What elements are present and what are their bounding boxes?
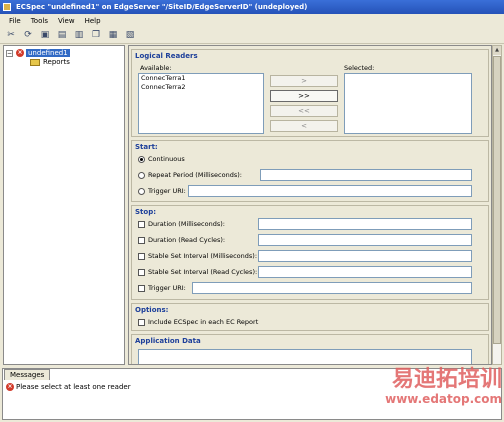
scroll-up-icon[interactable]: ▲ xyxy=(493,46,501,55)
application-data-field[interactable] xyxy=(138,349,472,364)
deploy-icon[interactable]: ▣ xyxy=(38,29,52,42)
menu-view[interactable]: View xyxy=(53,17,80,25)
tree-node-reports[interactable]: Reports xyxy=(30,58,70,66)
stable-ms-field[interactable] xyxy=(258,250,472,262)
cut-icon[interactable]: ✂ xyxy=(4,29,18,42)
logical-readers-title: Logical Readers xyxy=(135,52,198,60)
open-icon[interactable]: ▤ xyxy=(55,29,69,42)
tree-panel: − × undefined1 Reports xyxy=(3,45,125,365)
stable-cycles-field[interactable] xyxy=(258,266,472,278)
logical-readers-group: Logical Readers Available: Selected: Con… xyxy=(131,49,489,137)
remove-selected-button[interactable]: < xyxy=(270,120,338,132)
application-window: ECSpec "undefined1" on EdgeServer "/Site… xyxy=(0,0,504,422)
menu-tools[interactable]: Tools xyxy=(26,17,53,25)
duration-ms-checkbox[interactable] xyxy=(138,221,145,228)
application-data-group: Application Data xyxy=(131,334,489,364)
message-line: × Please select at least one reader xyxy=(6,383,131,391)
continuous-radio[interactable] xyxy=(138,156,145,163)
start-title: Start: xyxy=(135,143,158,151)
save-icon[interactable]: ▥ xyxy=(72,29,86,42)
duration-cycles-checkbox[interactable] xyxy=(138,237,145,244)
selected-readers-list[interactable] xyxy=(344,73,472,134)
trigger-uri-radio[interactable] xyxy=(138,188,145,195)
scrollbar-thumb[interactable] xyxy=(493,56,501,344)
refresh-icon[interactable]: ⟳ xyxy=(21,29,35,42)
error-icon: × xyxy=(6,383,14,391)
stop-group: Stop: Duration (Milliseconds): Duration … xyxy=(131,205,489,300)
window-title: ECSpec "undefined1" on EdgeServer "/Site… xyxy=(16,3,308,11)
error-icon: × xyxy=(16,49,24,57)
start-trigger-uri-label: Trigger URI: xyxy=(148,187,186,195)
include-ecspec-label: Include ECSpec in each EC Report xyxy=(148,318,259,326)
available-label: Available: xyxy=(140,64,172,72)
app-icon xyxy=(3,3,11,11)
repeat-period-field[interactable] xyxy=(260,169,472,181)
tree-node-root[interactable]: − × undefined1 xyxy=(6,49,70,57)
repeat-period-radio[interactable] xyxy=(138,172,145,179)
duration-cycles-field[interactable] xyxy=(258,234,472,246)
duration-cycles-label: Duration (Read Cycles): xyxy=(148,236,226,244)
add-all-button[interactable]: >> xyxy=(270,90,338,102)
vertical-scrollbar[interactable]: ▲ xyxy=(492,45,502,365)
list-item[interactable]: ConnecTerra1 xyxy=(139,74,263,83)
menu-file[interactable]: File xyxy=(4,17,26,25)
folder-icon xyxy=(30,58,40,66)
title-bar: ECSpec "undefined1" on EdgeServer "/Site… xyxy=(0,0,504,14)
available-readers-list[interactable]: ConnecTerra1 ConnecTerra2 xyxy=(138,73,264,134)
stop-trigger-uri-checkbox[interactable] xyxy=(138,285,145,292)
toolbar: ✂ ⟳ ▣ ▤ ▥ ❐ ▦ ▧ xyxy=(0,27,504,44)
menu-help[interactable]: Help xyxy=(80,17,106,25)
ecspec-editor: Logical Readers Available: Selected: Con… xyxy=(128,45,492,365)
start-group: Start: Continuous Repeat Period (Millise… xyxy=(131,140,489,202)
stable-cycles-label: Stable Set Interval (Read Cycles): xyxy=(148,268,258,276)
stop-trigger-uri-label: Trigger URI: xyxy=(148,284,186,292)
properties-icon[interactable]: ▧ xyxy=(123,29,137,42)
application-data-title: Application Data xyxy=(135,337,201,345)
stop-trigger-uri-field[interactable] xyxy=(192,282,472,294)
stable-ms-label: Stable Set Interval (Milliseconds): xyxy=(148,252,258,260)
selected-label: Selected: xyxy=(344,64,375,72)
tab-messages[interactable]: Messages xyxy=(4,369,51,380)
options-group: Options: Include ECSpec in each EC Repor… xyxy=(131,303,489,331)
stable-ms-checkbox[interactable] xyxy=(138,253,145,260)
tree-node-reports-label[interactable]: Reports xyxy=(43,58,70,66)
stable-cycles-checkbox[interactable] xyxy=(138,269,145,276)
message-text: Please select at least one reader xyxy=(16,383,131,391)
paste-icon[interactable]: ▦ xyxy=(106,29,120,42)
start-trigger-uri-field[interactable] xyxy=(188,185,472,197)
continuous-label: Continuous xyxy=(148,155,185,163)
list-item[interactable]: ConnecTerra2 xyxy=(139,83,263,92)
collapse-icon[interactable]: − xyxy=(6,49,13,57)
repeat-period-label: Repeat Period (Milliseconds): xyxy=(148,171,242,179)
copy-icon[interactable]: ❐ xyxy=(89,29,103,42)
remove-all-button[interactable]: << xyxy=(270,105,338,117)
include-ecspec-checkbox[interactable] xyxy=(138,319,145,326)
stop-title: Stop: xyxy=(135,208,157,216)
options-title: Options: xyxy=(135,306,169,314)
duration-ms-field[interactable] xyxy=(258,218,472,230)
duration-ms-label: Duration (Milliseconds): xyxy=(148,220,225,228)
add-selected-button[interactable]: > xyxy=(270,75,338,87)
messages-panel xyxy=(2,368,502,420)
menu-bar: File Tools View Help xyxy=(0,14,504,27)
tree-node-root-label[interactable]: undefined1 xyxy=(26,49,70,57)
